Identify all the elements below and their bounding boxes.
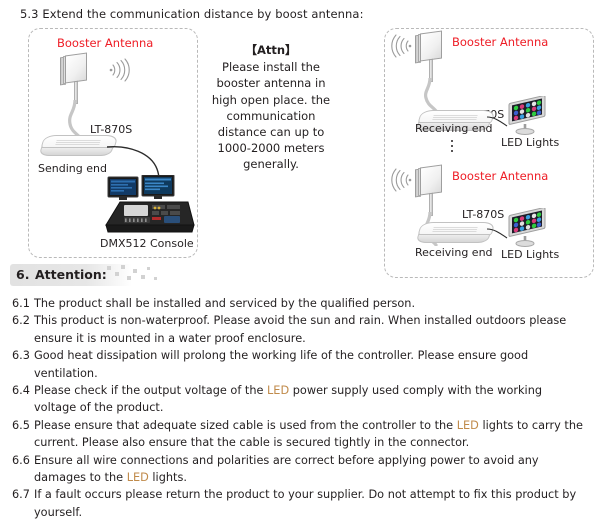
receiving-end-label-2: Receiving end xyxy=(415,246,493,259)
attention-list: 6.1 The product shall be installed and s… xyxy=(12,295,587,521)
attention-item-number: 6.3 xyxy=(12,349,30,363)
section-53-heading: 5.3 Extend the communication distance by… xyxy=(20,7,364,21)
attention-item-text: If a fault occurs please return the prod… xyxy=(34,488,577,519)
dmx-console-icon xyxy=(104,175,196,237)
led-lights-label-2: LED Lights xyxy=(501,248,560,261)
attention-item-text: This product is non-waterproof. Please a… xyxy=(34,314,567,345)
attn-note-title: 【Attn】 xyxy=(245,43,297,57)
section-6-number: 6. xyxy=(16,267,30,282)
receiving-end-label-1: Receiving end xyxy=(415,122,493,135)
attention-item-number: 6.5 xyxy=(12,418,30,432)
attention-item-number: 6.2 xyxy=(12,314,30,328)
right-controller-label-2: LT-870S xyxy=(462,208,505,221)
attention-item-61: 6.1 The product shall be installed and s… xyxy=(12,295,587,312)
wireless-signal-icon-right-1 xyxy=(387,32,413,60)
attention-item-text: Ensure all wire connections and polariti… xyxy=(34,453,539,485)
attn-note: 【Attn】 Please install the booster antenn… xyxy=(205,42,337,173)
lt870s-sending-unit xyxy=(38,135,119,161)
attention-item-number: 6.1 xyxy=(12,297,30,310)
attention-item-65: 6.5 Please ensure that adequate sized ca… xyxy=(12,417,587,452)
attention-item-text: Please check if the output voltage of th… xyxy=(34,384,543,415)
antenna-feeder-cable-right-1 xyxy=(421,78,447,112)
attention-item-number: 6.7 xyxy=(12,488,30,502)
right-booster-antenna-label-1: Booster Antenna xyxy=(452,35,549,49)
attention-item-67: 6.7 If a fault occurs please return the … xyxy=(12,486,587,521)
led-lights-label-1: LED Lights xyxy=(501,136,560,149)
left-booster-antenna-label: Booster Antenna xyxy=(57,36,154,50)
dmx-console-label: DMX512 Console xyxy=(100,237,194,250)
attention-item-64: 6.4 Please check if the output voltage o… xyxy=(12,382,587,417)
attention-item-63: 6.3 Good heat dissipation will prolong t… xyxy=(12,347,587,382)
attn-note-body: Please install the booster antenna in hi… xyxy=(211,60,331,172)
sending-end-label: Sending end xyxy=(38,162,107,175)
vertical-ellipsis-icon xyxy=(451,140,453,152)
attention-item-text: Good heat dissipation will prolong the w… xyxy=(34,349,529,380)
attention-item-number: 6.4 xyxy=(12,384,30,398)
attention-item-62: 6.2 This product is non-waterproof. Plea… xyxy=(12,312,587,347)
attention-item-text: Please ensure that adequate sized cable … xyxy=(34,418,583,450)
led-light-icon-2 xyxy=(503,208,551,248)
lt870s-receiving-unit-2 xyxy=(415,222,496,248)
wireless-signal-icon xyxy=(108,56,134,84)
section-6-title: Attention: xyxy=(35,267,107,282)
wireless-signal-icon-right-2 xyxy=(387,166,413,194)
attention-item-66: 6.6 Ensure all wire connections and pola… xyxy=(12,452,587,487)
right-booster-antenna-label-2: Booster Antenna xyxy=(452,169,549,183)
attention-item-text: The product shall be installed and servi… xyxy=(34,297,416,310)
attention-item-number: 6.6 xyxy=(12,453,30,467)
led-light-icon-1 xyxy=(503,96,551,136)
